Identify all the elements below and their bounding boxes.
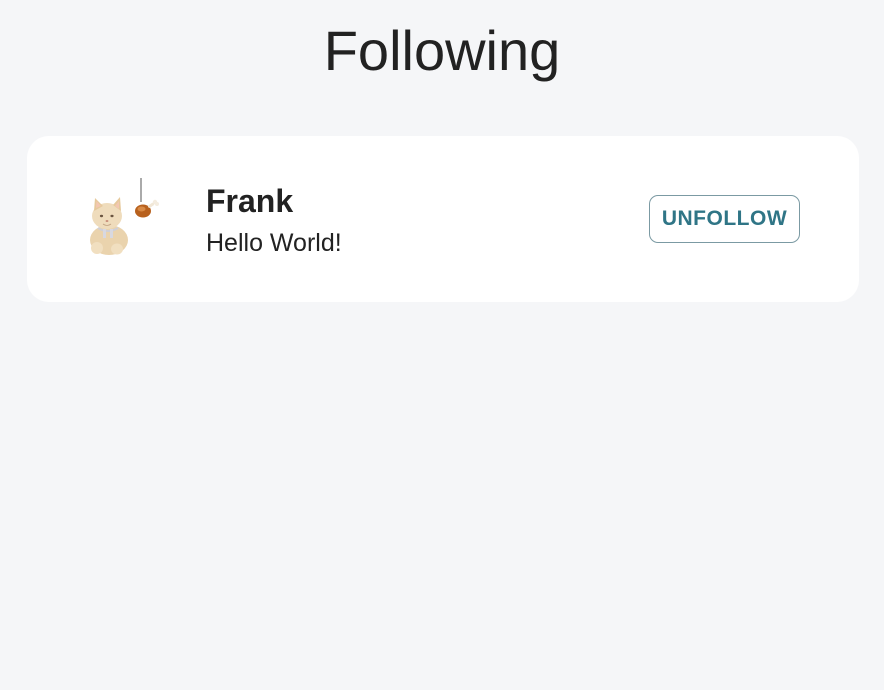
page-title: Following (323, 19, 561, 82)
user-bio: Hello World! (206, 229, 342, 257)
avatar[interactable] (83, 176, 167, 260)
user-name[interactable]: Frank (206, 182, 342, 220)
unfollow-button[interactable]: UNFOLLOW (649, 195, 800, 243)
user-info: Frank Hello World! (206, 182, 342, 258)
user-card: Frank Hello World! UNFOLLOW (27, 136, 859, 302)
cat-avatar-icon (90, 178, 159, 255)
